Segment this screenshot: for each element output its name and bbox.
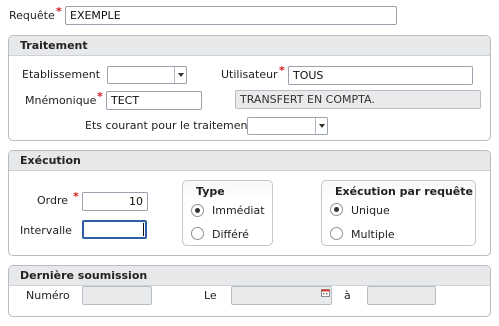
intervalle-label: Intervalle [20, 224, 72, 237]
ordre-required-mark: * [73, 190, 79, 203]
unique-label[interactable]: Unique [351, 204, 390, 218]
multiple-label[interactable]: Multiple [351, 228, 395, 242]
calendar-icon[interactable] [321, 288, 330, 297]
type-group-title: Type [196, 185, 225, 198]
a-label: à [344, 289, 351, 302]
execution-par-requete-title: Exécution par requête [335, 185, 473, 198]
numero-label: Numéro [26, 289, 70, 302]
traitement-panel-header: Traitement [9, 36, 490, 56]
utilisateur-label: Utilisateur [221, 68, 278, 81]
derniere-soumission-title: Dernière soumission [20, 269, 148, 282]
chevron-down-icon[interactable] [174, 67, 186, 83]
mnemonique-required-mark: * [97, 90, 103, 103]
le-label: Le [204, 289, 217, 302]
intervalle-input[interactable] [82, 220, 147, 239]
multiple-radio[interactable] [330, 227, 343, 240]
etablissement-select[interactable] [107, 66, 187, 84]
chevron-down-icon[interactable] [315, 118, 327, 134]
utilisateur-input[interactable] [288, 66, 473, 85]
mnemonique-label: Mnémonique [25, 94, 97, 107]
execution-title: Exécution [20, 154, 81, 167]
type-immediat-radio[interactable] [191, 204, 204, 217]
unique-radio[interactable] [330, 203, 343, 216]
request-required-mark: * [56, 5, 62, 18]
type-differe-radio[interactable] [191, 227, 204, 240]
mnemonique-description-field: TRANSFERT EN COMPTA. [235, 90, 481, 109]
a-time-field [367, 286, 436, 305]
execution-panel-header: Exécution [9, 151, 490, 171]
numero-field [82, 286, 152, 305]
traitement-title: Traitement [20, 39, 88, 52]
le-date-field [231, 286, 332, 305]
request-label: Requête [9, 9, 55, 22]
utilisateur-required-mark: * [279, 64, 285, 77]
request-input[interactable] [65, 6, 397, 25]
type-differe-label[interactable]: Différé [212, 228, 249, 242]
ordre-input[interactable] [82, 192, 148, 211]
type-immediat-label[interactable]: Immédiat [212, 204, 265, 218]
etablissement-label: Etablissement [22, 68, 101, 81]
ordre-label: Ordre [37, 194, 69, 207]
ets-courant-select[interactable] [247, 117, 328, 135]
execution-par-requete-group: Exécution par requête [321, 180, 476, 246]
derniere-soumission-panel-header: Dernière soumission [9, 266, 490, 286]
text-caret [143, 223, 144, 236]
mnemonique-input[interactable] [106, 91, 202, 110]
ets-courant-label: Ets courant pour le traitement [85, 119, 252, 132]
